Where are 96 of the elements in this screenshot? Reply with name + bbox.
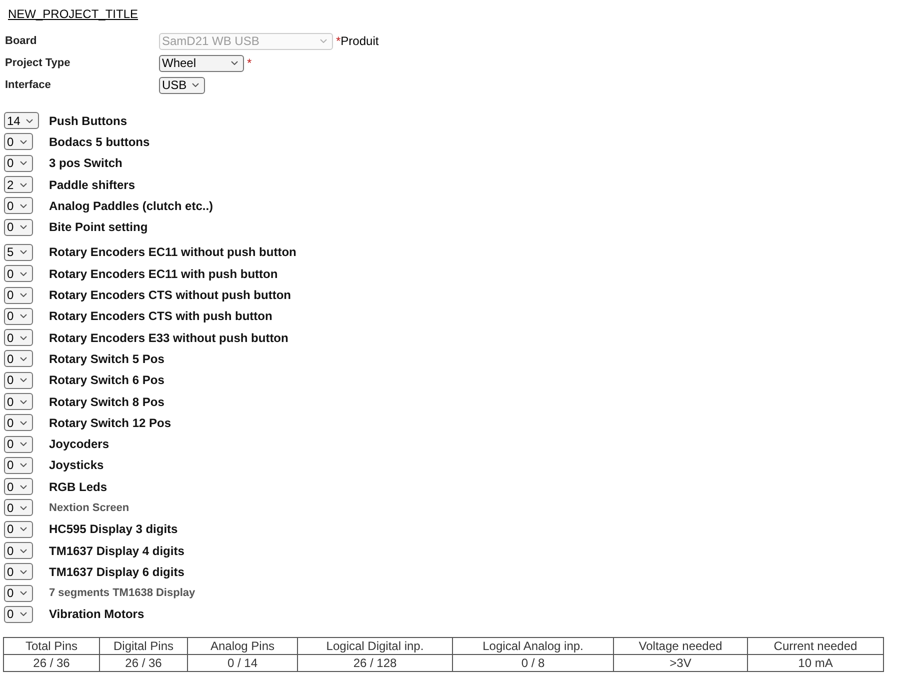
component-label: 3 pos Switch [49, 155, 122, 172]
dropdown[interactable]: USB [159, 76, 205, 94]
chevron-down-icon [26, 118, 33, 123]
component-label: Rotary Encoders EC11 with push button [49, 266, 278, 283]
dropdown[interactable]: Wheel [159, 54, 244, 72]
column-header: Logical Analog inp. [452, 638, 614, 655]
chevron-down-icon [20, 293, 27, 298]
dropdown[interactable]: 0 [4, 393, 33, 410]
table-cell: >3V [614, 654, 748, 672]
component-label: Vibration Motors [49, 606, 144, 624]
chevron-down-icon [20, 400, 27, 404]
chevron-down-icon [20, 591, 27, 596]
component-label: Paddle shifters [49, 176, 136, 194]
chevron-down-icon [20, 182, 27, 187]
component-label: Rotary Switch 12 Pos [49, 414, 172, 432]
column-header: Voltage needed [614, 638, 748, 655]
chevron-down-icon [20, 140, 27, 144]
project-title[interactable]: NEW_PROJECT_TITLE [8, 6, 138, 22]
dropdown[interactable]: 0 [4, 478, 33, 496]
chevron-down-icon [20, 161, 27, 166]
chevron-down-icon [20, 527, 27, 532]
component-label: Push Buttons [49, 112, 127, 130]
table-cell: 26 / 128 [298, 654, 452, 672]
chevron-down-icon [20, 356, 27, 361]
field-label: Project Type [5, 56, 72, 71]
chevron-down-icon [231, 61, 238, 65]
chevron-down-icon [20, 548, 27, 553]
component-label: Rotary Switch 6 Pos [49, 372, 164, 390]
field-label: Interface [5, 78, 52, 93]
dropdown[interactable]: 5 [4, 244, 33, 261]
dropdown[interactable]: 14 [4, 112, 39, 130]
chevron-down-icon [320, 39, 327, 43]
component-label: Bodacs 5 buttons [49, 134, 150, 151]
dropdown[interactable]: 0 [4, 329, 33, 346]
chevron-down-icon [20, 463, 27, 468]
chevron-down-icon [20, 420, 27, 425]
dropdown[interactable]: 0 [4, 414, 33, 432]
component-label: Joysticks [49, 457, 104, 474]
chevron-down-icon [20, 336, 27, 340]
required-mark: * [336, 33, 341, 50]
component-label: Analog Paddles (clutch etc..) [49, 198, 214, 215]
component-label: Rotary Encoders CTS with push button [49, 308, 272, 326]
chevron-down-icon [20, 484, 27, 489]
dropdown[interactable]: 0 [4, 456, 33, 474]
required-mark: * [247, 55, 252, 72]
component-label: Rotary Switch 5 Pos [49, 350, 164, 368]
dropdown[interactable]: 0 [4, 218, 33, 236]
dropdown[interactable]: 0 [4, 563, 33, 580]
product-note: Produit [340, 33, 379, 50]
dropdown[interactable]: 0 [4, 606, 33, 623]
column-header: Logical Digital inp. [298, 638, 452, 655]
dropdown[interactable]: 0 [4, 154, 33, 172]
component-label: Rotary Switch 8 Pos [49, 394, 164, 410]
dropdown[interactable]: 2 [4, 176, 33, 194]
chevron-down-icon [20, 506, 27, 510]
dropdown[interactable]: 0 [4, 265, 33, 282]
component-label: Nextion Screen [49, 500, 130, 516]
component-label: TM1637 Display 6 digits [49, 564, 184, 581]
component-label: Bite Point setting [49, 219, 148, 236]
component-label: Rotary Encoders E33 without push button [49, 330, 288, 347]
chevron-down-icon [20, 314, 27, 318]
table-cell: 26 / 36 [4, 654, 100, 672]
dropdown[interactable]: 0 [4, 372, 33, 389]
column-header: Current needed [748, 638, 884, 655]
dropdown[interactable]: 0 [4, 197, 33, 214]
dropdown[interactable]: 0 [4, 542, 33, 560]
dropdown[interactable]: 0 [4, 436, 33, 453]
chevron-down-icon [20, 225, 27, 230]
chevron-down-icon [20, 272, 27, 276]
chevron-down-icon [192, 83, 199, 87]
dropdown[interactable]: 0 [4, 350, 33, 368]
dropdown[interactable]: 0 [4, 286, 33, 304]
column-header: Total Pins [4, 638, 100, 655]
component-label: Rotary Encoders CTS without push button [49, 287, 291, 304]
chevron-down-icon [20, 612, 27, 616]
dropdown[interactable]: 0 [4, 133, 33, 150]
chevron-down-icon [20, 204, 27, 208]
table-cell: 0 / 14 [188, 654, 298, 672]
component-label: TM1637 Display 4 digits [49, 542, 184, 560]
chevron-down-icon [20, 570, 27, 574]
component-label: Joycoders [49, 436, 110, 454]
field-label: Board [5, 34, 38, 49]
component-label: 7 segments TM1638 Display [49, 586, 196, 601]
dropdown[interactable]: 0 [4, 520, 33, 538]
column-header: Digital Pins [100, 638, 188, 655]
chevron-down-icon [20, 378, 27, 382]
column-header: Analog Pins [188, 638, 298, 655]
component-label: Rotary Encoders EC11 without push button [49, 244, 296, 262]
table-cell: 10 mA [748, 654, 884, 672]
chevron-down-icon [20, 250, 27, 254]
table-cell: 0 / 8 [452, 654, 614, 672]
chevron-down-icon [20, 442, 27, 446]
component-label: RGB Leds [49, 478, 108, 496]
component-label: HC595 Display 3 digits [49, 521, 178, 538]
dropdown[interactable]: 0 [4, 308, 33, 325]
table-cell: 26 / 36 [100, 654, 188, 672]
